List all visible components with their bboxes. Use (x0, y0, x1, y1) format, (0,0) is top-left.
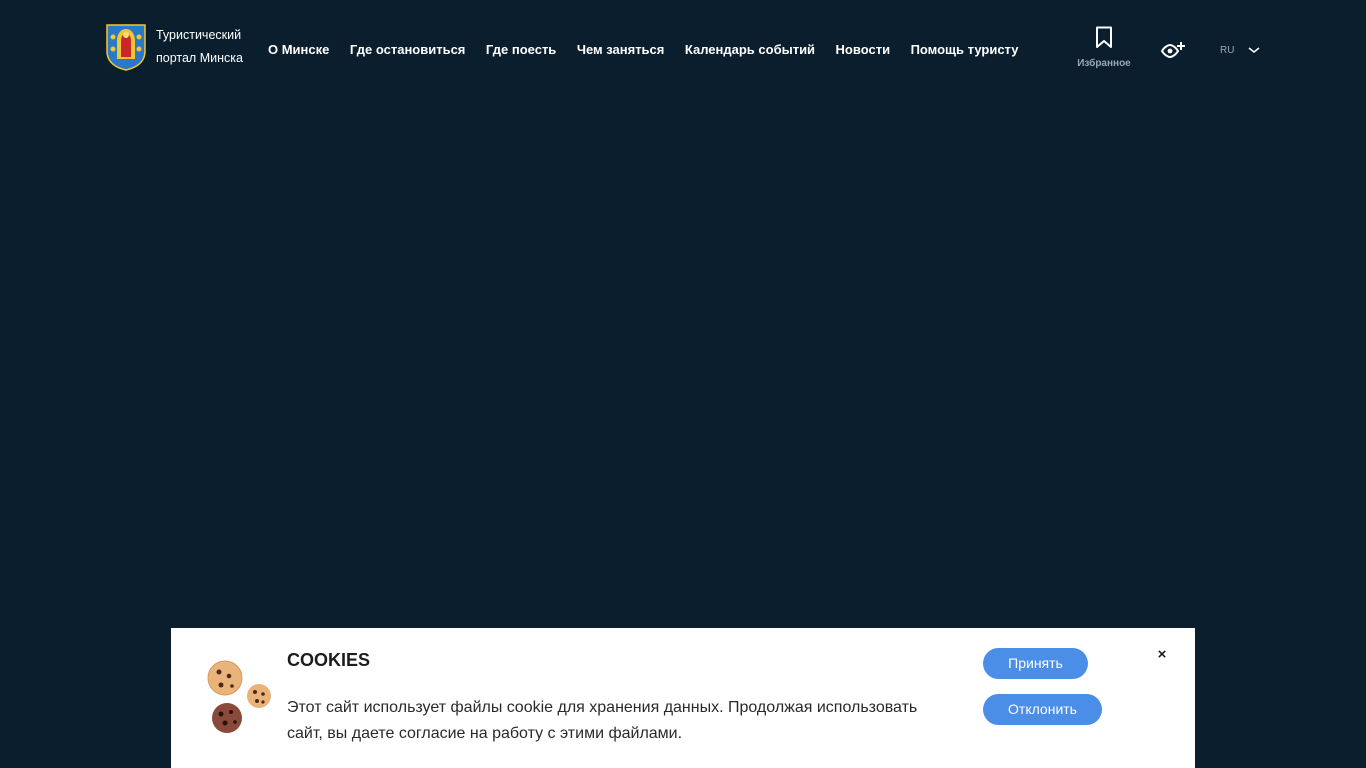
nav-item-where-to-stay[interactable]: Где остановиться (350, 39, 466, 61)
nav-item-news[interactable]: Новости (836, 39, 891, 61)
nav-item-things-to-do[interactable]: Чем заняться (577, 39, 665, 61)
favorites-label: Избранное (1077, 58, 1131, 69)
cookie-title: COOKIES (287, 650, 371, 670)
nav-item-tourist-help[interactable]: Помощь туристу (911, 39, 1019, 61)
site-header: Туристический портал Минска О Минске Где… (0, 0, 1366, 100)
site-title[interactable]: Туристический портал Минска (156, 24, 243, 70)
minsk-coat-of-arms-logo[interactable] (105, 23, 147, 71)
page: Туристический портал Минска О Минске Где… (0, 0, 1366, 768)
cookie-consent-banner: COOKIES Этот сайт использует файлы cooki… (171, 628, 1195, 768)
nav-item-about-minsk[interactable]: О Минске (268, 39, 329, 61)
close-banner-button[interactable]: × (1154, 647, 1170, 663)
decline-cookies-button[interactable]: Отклонить (983, 694, 1102, 725)
nav-item-where-to-eat[interactable]: Где поесть (486, 39, 556, 61)
site-title-line1: Туристический (156, 28, 242, 42)
language-current: RU (1220, 44, 1235, 56)
favorites-button[interactable]: Избранное (1074, 26, 1134, 70)
nav-item-events-calendar[interactable]: Календарь событий (685, 39, 815, 61)
visually-impaired-version-icon[interactable] (1160, 41, 1188, 61)
language-selector[interactable]: RU (1220, 42, 1260, 58)
site-title-line2: портал Минска (156, 51, 243, 65)
bookmark-icon (1096, 26, 1112, 48)
chevron-down-icon (1248, 47, 1260, 53)
accept-cookies-button[interactable]: Принять (983, 648, 1088, 679)
cookie-description: Этот сайт использует файлы cookie для хр… (287, 699, 918, 742)
main-nav: О Минске Где остановиться Где поесть Чем… (268, 39, 1039, 61)
cookies-icon (207, 660, 271, 733)
